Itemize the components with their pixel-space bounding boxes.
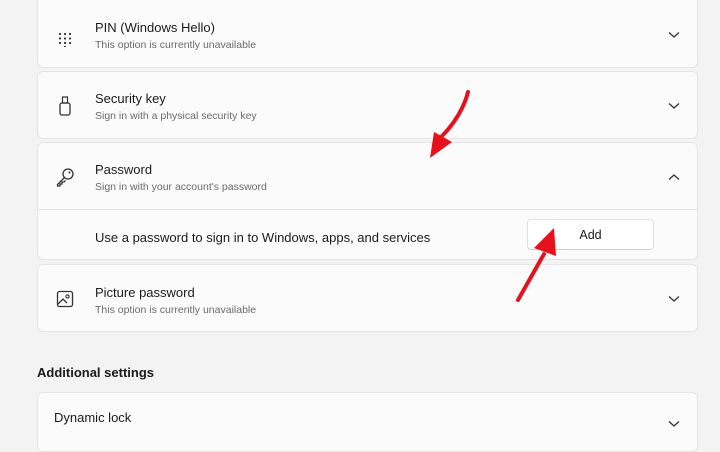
chevron-down-icon[interactable] [667,28,681,42]
pin-option-subtitle: This option is currently unavailable [95,39,257,51]
password-description: Use a password to sign in to Windows, ap… [95,230,431,245]
picture-password-option-title: Picture password [95,285,195,300]
additional-settings-heading: Additional settings [37,365,154,380]
usb-key-icon [54,95,76,117]
picture-password-option-subtitle: This option is currently unavailable [95,304,257,316]
password-panel: Use a password to sign in to Windows, ap… [37,210,698,260]
chevron-down-icon[interactable] [667,292,681,306]
security-key-option-title: Security key [95,91,166,106]
dynamic-lock-title: Dynamic lock [54,410,132,425]
password-option-card[interactable]: Password Sign in with your account's pas… [37,142,698,210]
keypad-icon [54,28,76,50]
pin-option-card[interactable]: PIN (Windows Hello) This option is curre… [37,0,698,68]
chevron-down-icon[interactable] [667,99,681,113]
picture-icon [54,288,76,310]
picture-password-option-card[interactable]: Picture password This option is currentl… [37,264,698,332]
pin-option-title: PIN (Windows Hello) [95,20,215,35]
chevron-down-icon[interactable] [667,417,681,431]
annotation-arrow-icon [516,228,556,302]
chevron-up-icon[interactable] [667,170,681,184]
security-key-option-card[interactable]: Security key Sign in with a physical sec… [37,71,698,139]
settings-page: PIN (Windows Hello) This option is curre… [0,0,720,452]
password-option-title: Password [95,162,153,177]
annotation-arrow-icon [430,90,470,158]
key-icon [54,166,76,188]
password-option-subtitle: Sign in with your account's password [95,181,267,193]
security-key-option-subtitle: Sign in with a physical security key [95,110,257,122]
dynamic-lock-card[interactable]: Dynamic lock [37,392,698,452]
